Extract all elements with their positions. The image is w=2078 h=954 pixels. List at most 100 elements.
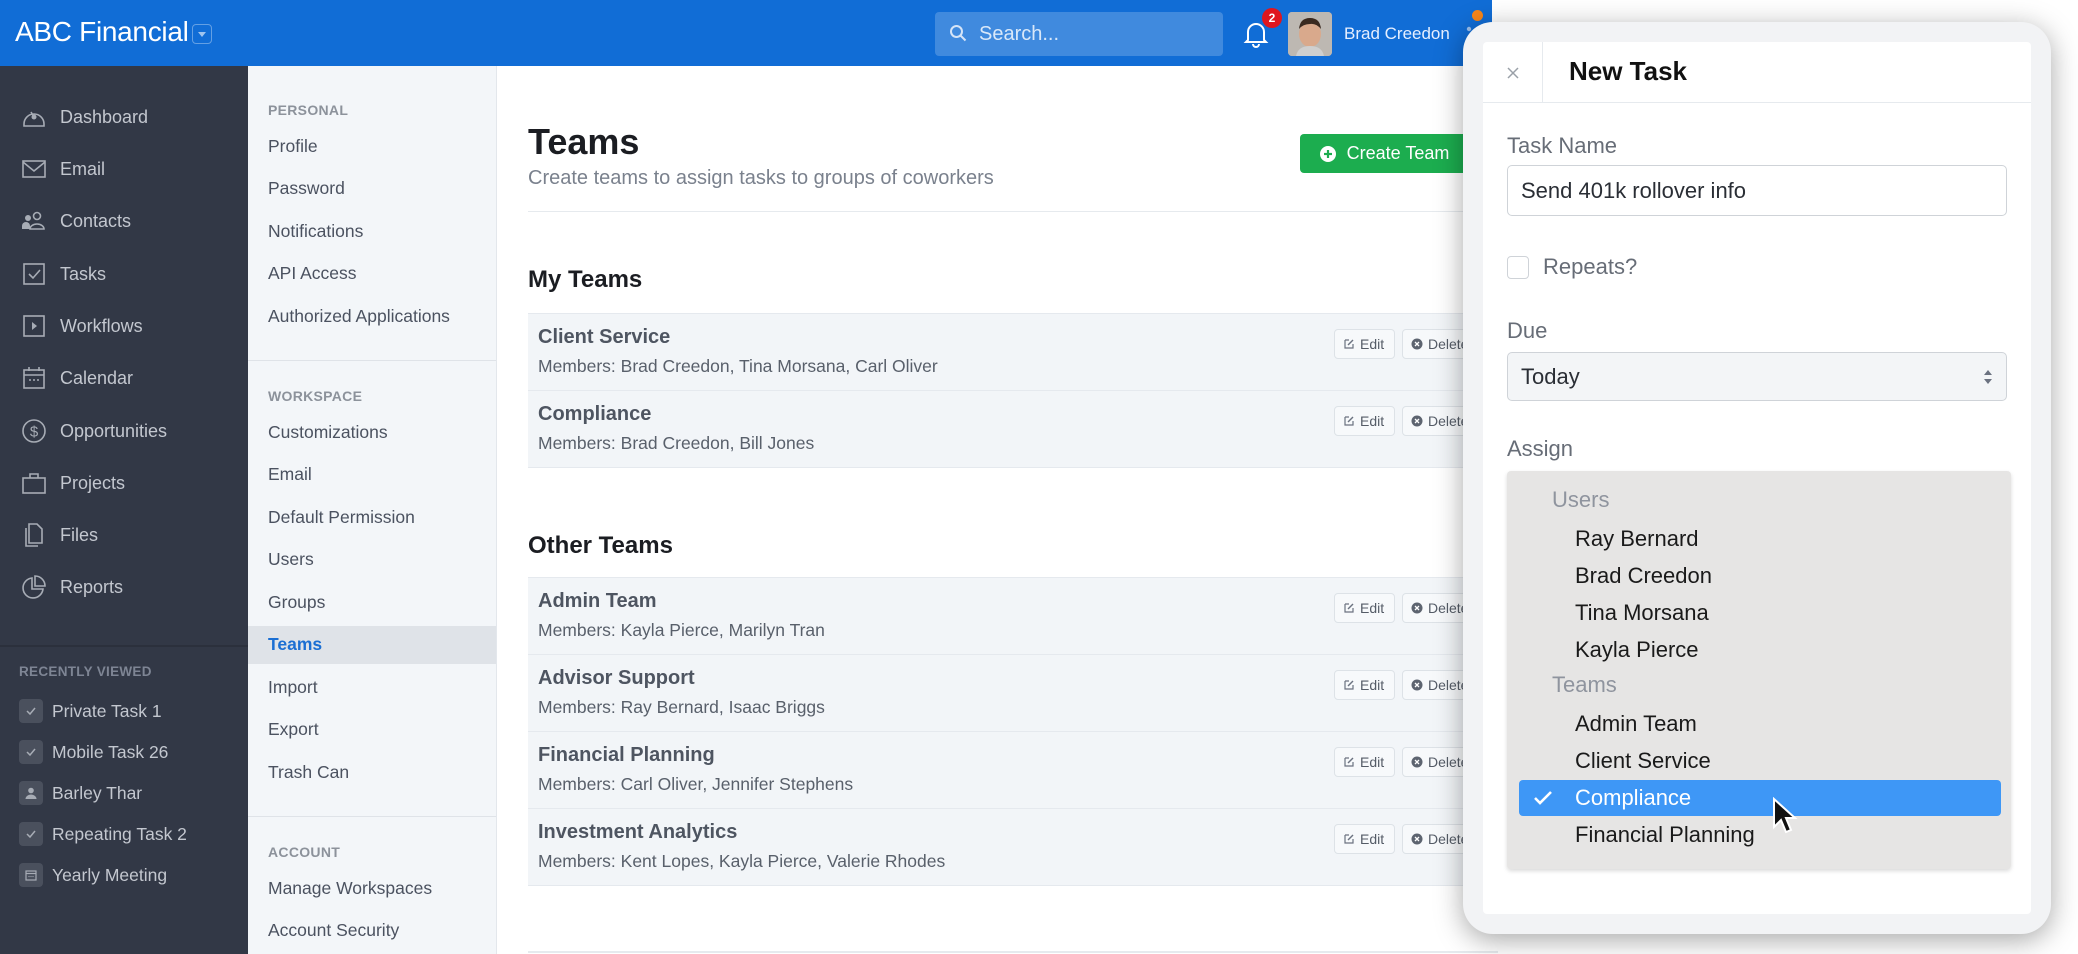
dropdown-option[interactable]: Brad Creedon	[1519, 558, 2001, 594]
personal-heading: PERSONAL	[268, 102, 349, 118]
dropdown-group-users: Users	[1552, 487, 1610, 512]
workspace-dropdown-icon[interactable]	[192, 24, 212, 44]
sidebar-item-label: Projects	[60, 472, 126, 493]
user-name[interactable]: Brad Creedon	[1344, 24, 1450, 44]
sidebar-item-files[interactable]: Files	[20, 520, 98, 550]
edit-button[interactable]: Edit	[1334, 329, 1395, 359]
settings-item-manage-workspaces[interactable]: Manage Workspaces	[268, 878, 432, 899]
brand-name[interactable]: ABC Financial	[15, 16, 189, 48]
edit-button[interactable]: Edit	[1334, 670, 1395, 700]
x-circle-icon	[1411, 756, 1423, 768]
edit-button[interactable]: Edit	[1334, 824, 1395, 854]
dropdown-option[interactable]: Financial Planning	[1519, 817, 2001, 853]
pie-chart-icon	[22, 575, 46, 599]
recent-item-label: Private Task 1	[52, 700, 162, 721]
settings-item-password[interactable]: Password	[268, 178, 345, 199]
edit-button[interactable]: Edit	[1334, 406, 1395, 436]
panel-header: New Task	[1483, 42, 2031, 103]
settings-item-email[interactable]: Email	[268, 464, 312, 485]
dollar-icon: $	[22, 419, 46, 443]
team-members: Members: Ray Bernard, Isaac Briggs	[538, 697, 825, 717]
checkbox-icon	[23, 263, 45, 285]
dropdown-option[interactable]: Client Service	[1519, 743, 2001, 779]
close-button[interactable]	[1483, 42, 1543, 103]
dropdown-option[interactable]: Tina Morsana	[1519, 595, 2001, 631]
settings-item-notifications[interactable]: Notifications	[268, 221, 363, 242]
sidebar-item-label: Opportunities	[60, 420, 168, 441]
x-circle-icon	[1411, 415, 1423, 427]
settings-item-account-security[interactable]: Account Security	[268, 920, 399, 941]
settings-item-teams[interactable]: Teams	[268, 634, 322, 655]
sidebar-item-tasks[interactable]: Tasks	[20, 259, 106, 289]
settings-item-groups[interactable]: Groups	[268, 592, 325, 613]
settings-item-import[interactable]: Import	[268, 677, 318, 698]
sidebar-item-contacts[interactable]: Contacts	[20, 206, 131, 236]
settings-divider	[248, 360, 496, 361]
table-row: Financial Planning Members: Carl Oliver,…	[528, 732, 1508, 809]
sidebar-item-workflows[interactable]: Workflows	[20, 311, 143, 341]
search-input[interactable]	[979, 12, 1214, 56]
dashboard-icon	[23, 111, 45, 127]
sidebar-item-email[interactable]: Email	[20, 154, 105, 184]
dropdown-option[interactable]: Kayla Pierce	[1519, 632, 2001, 668]
due-select[interactable]: Today	[1507, 352, 2007, 401]
my-teams-heading: My Teams	[528, 266, 643, 293]
recent-item[interactable]: Private Task 1	[19, 698, 162, 724]
edit-icon	[1344, 339, 1354, 349]
team-name: Compliance	[538, 403, 652, 425]
updown-arrows-icon	[1984, 370, 1992, 384]
dropdown-option[interactable]: Ray Bernard	[1519, 521, 2001, 557]
search-box[interactable]	[935, 12, 1223, 56]
files-icon	[25, 523, 43, 547]
settings-item-export[interactable]: Export	[268, 719, 319, 740]
settings-item-users[interactable]: Users	[268, 549, 314, 570]
other-teams-heading: Other Teams	[528, 532, 673, 559]
repeats-checkbox[interactable]	[1507, 256, 1529, 279]
selected-option-label: Compliance	[1575, 785, 1692, 810]
team-name: Advisor Support	[538, 667, 695, 689]
sidebar-item-dashboard[interactable]: Dashboard	[20, 102, 148, 132]
repeats-label[interactable]: Repeats?	[1543, 254, 1637, 280]
settings-item-api-access[interactable]: API Access	[268, 263, 357, 284]
avatar-face-icon	[1288, 12, 1332, 56]
top-header: ABC Financial 2 Brad Creedon	[0, 0, 1492, 66]
sidebar-item-calendar[interactable]: Calendar	[20, 363, 133, 393]
create-team-button[interactable]: Create Team	[1300, 134, 1468, 173]
edit-button[interactable]: Edit	[1334, 593, 1395, 623]
contacts-icon	[22, 211, 45, 230]
edit-button[interactable]: Edit	[1334, 747, 1395, 777]
settings-item-trash-can[interactable]: Trash Can	[268, 762, 349, 783]
team-members: Members: Brad Creedon, Bill Jones	[538, 433, 815, 453]
create-team-label: Create Team	[1346, 143, 1450, 163]
sidebar-item-label: Email	[60, 158, 106, 179]
recent-item-label: Barley Thar	[52, 782, 143, 803]
settings-item-profile[interactable]: Profile	[268, 136, 318, 157]
settings-item-default-permission[interactable]: Default Permission	[268, 507, 415, 528]
dropdown-option[interactable]: Admin Team	[1519, 706, 2001, 742]
sidebar-item-projects[interactable]: Projects	[20, 468, 125, 498]
sidebar-item-label: Workflows	[60, 315, 143, 336]
recent-item[interactable]: Repeating Task 2	[19, 821, 187, 847]
recent-item[interactable]: Barley Thar	[19, 780, 142, 806]
edit-icon	[1344, 603, 1354, 613]
account-heading: ACCOUNT	[268, 844, 341, 860]
workspace-heading: WORKSPACE	[268, 388, 363, 404]
dropdown-option-selected[interactable]: Compliance	[1519, 780, 2001, 816]
check-icon	[26, 707, 36, 716]
x-circle-icon	[1411, 602, 1423, 614]
briefcase-icon	[22, 473, 46, 494]
table-row: Advisor Support Members: Ray Bernard, Is…	[528, 655, 1508, 732]
recent-item[interactable]: Yearly Meeting	[19, 862, 167, 888]
settings-item-customizations[interactable]: Customizations	[268, 422, 388, 443]
settings-item-authorized-applications[interactable]: Authorized Applications	[268, 306, 450, 327]
assign-dropdown[interactable]: Users Ray Bernard Brad Creedon Tina Mors…	[1507, 471, 2011, 869]
team-members: Members: Brad Creedon, Tina Morsana, Car…	[538, 356, 938, 376]
sidebar-item-opportunities[interactable]: $ Opportunities	[20, 416, 167, 446]
avatar[interactable]	[1288, 12, 1332, 56]
recent-item[interactable]: Mobile Task 26	[19, 739, 168, 765]
envelope-icon	[22, 160, 46, 178]
task-name-input[interactable]	[1507, 165, 2007, 216]
recently-viewed-heading: RECENTLY VIEWED	[19, 664, 152, 679]
team-name: Client Service	[538, 326, 671, 348]
sidebar-item-reports[interactable]: Reports	[20, 572, 123, 602]
